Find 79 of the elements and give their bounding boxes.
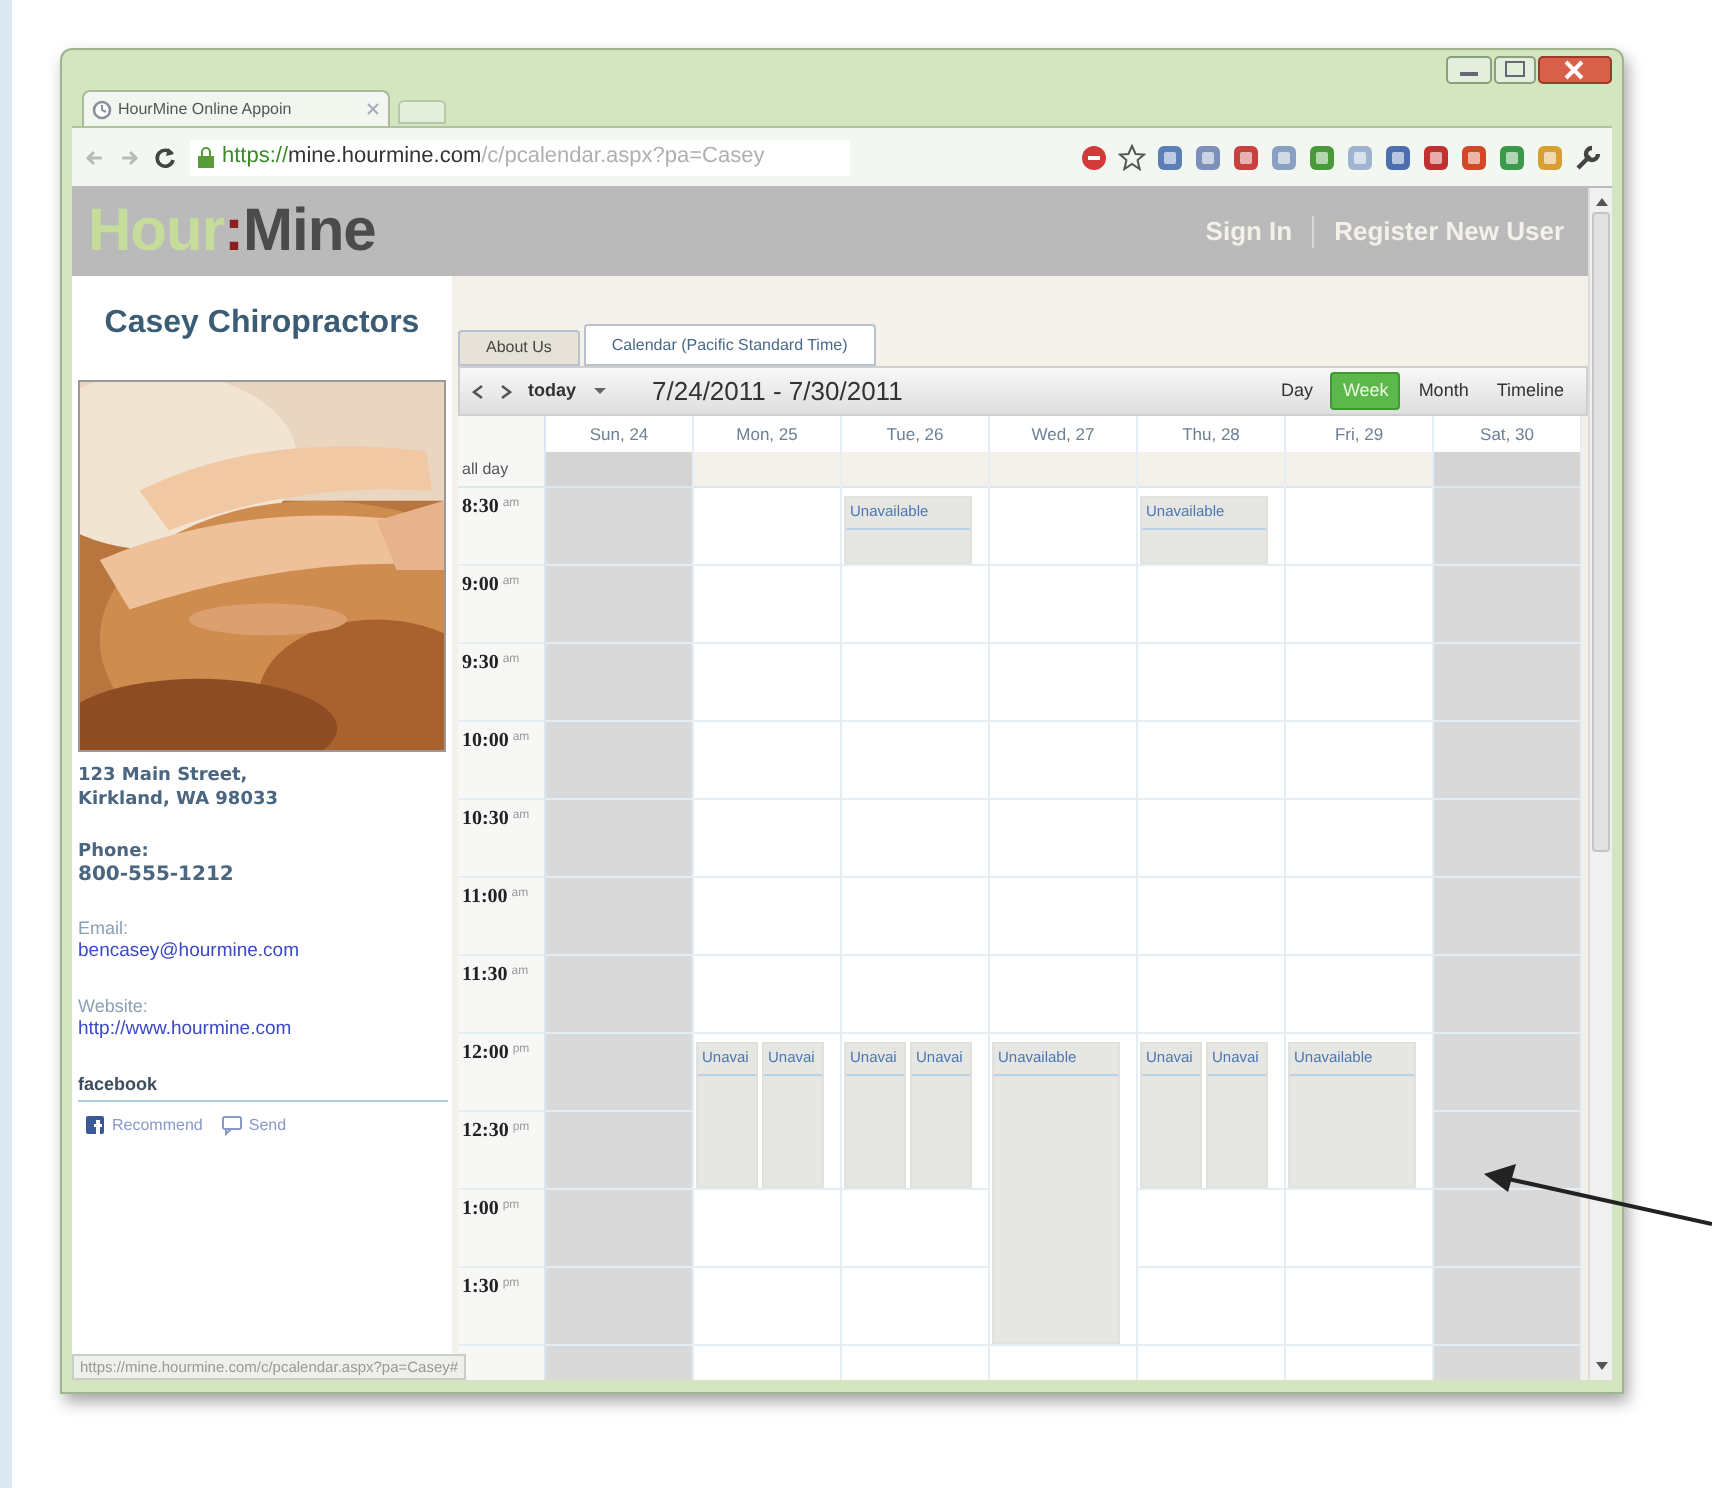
bookmark-star-icon[interactable] (1118, 143, 1146, 171)
today-button[interactable]: today (528, 377, 577, 405)
wrench-icon[interactable] (1574, 143, 1602, 171)
scrollbar-thumb[interactable] (1592, 212, 1610, 852)
view-button[interactable]: Week (1330, 372, 1401, 410)
scrollbar[interactable] (1588, 188, 1612, 1380)
clock-icon (92, 99, 112, 119)
all-day-cell[interactable] (1138, 452, 1284, 488)
time-label: 12:30 (462, 1122, 509, 1142)
extension-icon[interactable] (1384, 143, 1412, 171)
all-day-cell[interactable] (990, 452, 1136, 488)
social-button[interactable]: Recommend (86, 1114, 203, 1138)
forward-icon[interactable] (118, 147, 142, 167)
scroll-up-icon[interactable] (1593, 196, 1609, 208)
extension-icon[interactable] (1232, 143, 1260, 171)
all-day-label: all day (458, 452, 544, 488)
view-button[interactable]: Timeline (1486, 372, 1575, 410)
extension-icon[interactable] (1270, 143, 1298, 171)
all-day-cell[interactable] (546, 452, 692, 488)
facebook-heading: facebook (78, 1072, 448, 1102)
time-label: 10:30 (462, 810, 509, 830)
time-label: 9:30 (462, 654, 499, 674)
day-header: Thu, 28 (1182, 421, 1240, 447)
scroll-down-icon[interactable] (1593, 1360, 1609, 1372)
email-label: Email: (78, 916, 131, 940)
all-day-cell[interactable] (1434, 452, 1580, 488)
website-label: Website: (78, 994, 150, 1018)
phone-number: 800-555-1212 (78, 864, 236, 888)
address-bar[interactable]: https://mine.hourmine.com/c/pcalendar.aspx?pa=Casey (190, 139, 850, 175)
tab[interactable]: Calendar (Pacific Standard Time) (583, 324, 876, 366)
next-icon[interactable] (500, 383, 512, 399)
view-button[interactable]: Day (1270, 372, 1323, 410)
extension-icon[interactable] (1422, 143, 1450, 171)
extension-icon[interactable] (1194, 143, 1222, 171)
minimize-icon[interactable] (1446, 56, 1492, 84)
time-label: 11:00 (462, 888, 508, 908)
day-header: Fri, 29 (1334, 421, 1384, 447)
close-icon[interactable] (1538, 56, 1612, 84)
day-header: Tue, 26 (886, 421, 944, 447)
tab[interactable]: About Us (458, 330, 580, 366)
all-day-cell[interactable] (694, 452, 840, 488)
email-link[interactable]: bencasey@hourmine.com (78, 940, 448, 964)
time-label: 11:30 (462, 966, 508, 986)
tab-title: HourMine Online Appoin (118, 97, 292, 121)
stop-icon[interactable] (1080, 143, 1108, 171)
time-label: 10:00 (462, 732, 509, 752)
time-label: 1:30 (462, 1278, 499, 1298)
phone-label: Phone: (78, 840, 151, 864)
facebook-icon (86, 1116, 106, 1136)
time-label: 8:30 (462, 498, 499, 518)
day-header: Sun, 24 (589, 421, 649, 447)
view-button[interactable]: Month (1408, 372, 1479, 410)
time-label: 1:00 (462, 1200, 499, 1220)
business-name: Casey Chiropractors (102, 304, 422, 344)
date-range: 7/24/2011 - 7/30/2011 (652, 373, 903, 410)
all-day-cell[interactable] (1286, 452, 1432, 488)
all-day-cell[interactable] (842, 452, 988, 488)
extension-icon[interactable] (1536, 143, 1564, 171)
extension-icon[interactable] (1460, 143, 1488, 171)
social-button[interactable]: Send (222, 1114, 287, 1138)
previous-icon[interactable] (472, 383, 484, 399)
speech-bubble-icon (222, 1116, 243, 1136)
extension-icon[interactable] (1156, 143, 1184, 171)
maximize-icon[interactable] (1494, 56, 1536, 84)
time-label: 9:00 (462, 576, 499, 596)
business-address: 123 Main Street, Kirkland, WA 98033 (78, 764, 280, 812)
day-header: Wed, 27 (1031, 421, 1095, 447)
caret-icon[interactable] (592, 386, 609, 396)
website-link[interactable]: http://www.hourmine.com (78, 1018, 448, 1042)
time-label: 12:00 (462, 1044, 509, 1064)
day-header: Mon, 25 (736, 421, 798, 447)
reload-icon[interactable] (154, 145, 178, 169)
extension-icon[interactable] (1308, 143, 1336, 171)
back-icon[interactable] (82, 147, 106, 167)
browser-tab[interactable]: HourMine Online Appoin (82, 90, 390, 126)
lock-icon (196, 145, 216, 169)
day-header: Sat, 30 (1480, 421, 1534, 447)
url-text: https://mine.hourmine.com/c/pcalendar.aspx?pa=Casey (222, 142, 765, 173)
extension-icon[interactable] (1498, 143, 1526, 171)
